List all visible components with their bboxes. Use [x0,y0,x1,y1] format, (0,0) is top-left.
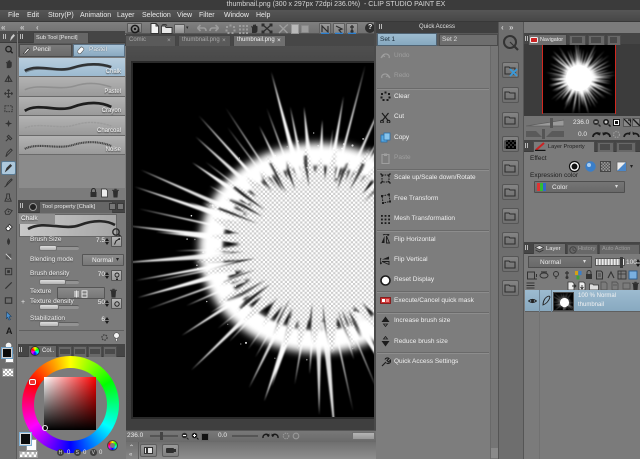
svg-text:A: A [5,326,12,336]
